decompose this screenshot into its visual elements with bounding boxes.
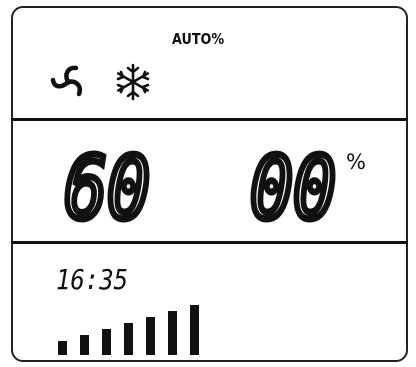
divider-bottom <box>11 241 408 244</box>
level-bar <box>58 341 67 355</box>
snowflake-icon <box>116 63 150 101</box>
humidity-value: 00 <box>250 146 336 226</box>
level-bar <box>146 317 155 355</box>
clock-value: 16:35 <box>56 263 128 294</box>
fan-icon <box>50 65 82 97</box>
clock-display: 16:35 <box>56 263 128 294</box>
level-bar <box>124 323 133 355</box>
humidity-unit: % <box>346 150 366 174</box>
level-bar <box>102 329 111 355</box>
mode-label: AUTO% <box>172 30 225 48</box>
setpoint-display: 60 <box>61 146 154 226</box>
humidity-display: 00 <box>247 146 340 226</box>
level-bar <box>190 305 199 355</box>
level-bars <box>58 305 199 355</box>
level-bar <box>80 335 89 355</box>
divider-top <box>11 118 408 121</box>
setpoint-value: 60 <box>64 146 150 226</box>
level-bar <box>168 311 177 355</box>
